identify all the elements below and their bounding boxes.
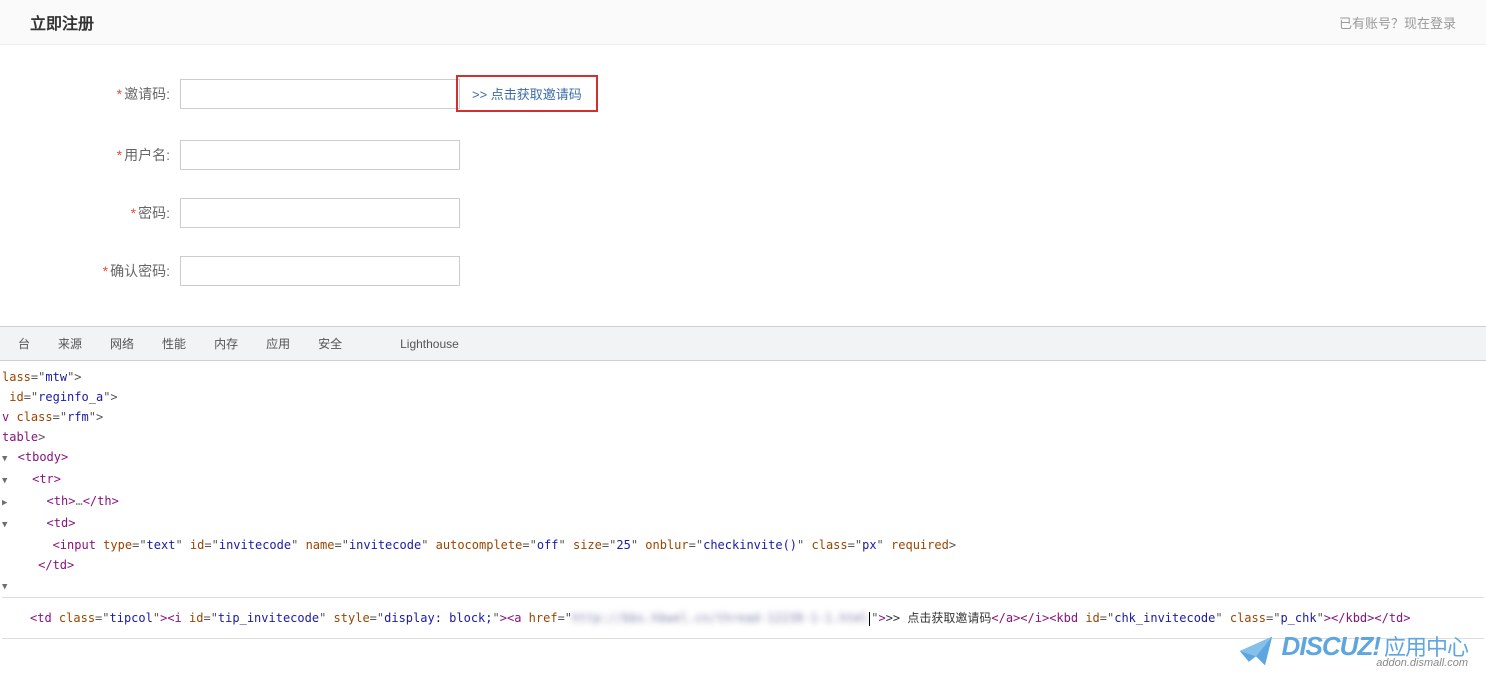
- invitecode-row: *邀请码: >> 点击获取邀请码: [70, 75, 1486, 112]
- devtools-tab-console[interactable]: 台: [4, 327, 44, 360]
- password-row: *密码:: [70, 198, 1486, 228]
- html-line[interactable]: </td>: [2, 555, 1484, 575]
- password-label: *密码:: [70, 203, 170, 223]
- devtools-tab-network[interactable]: 网络: [96, 327, 148, 360]
- confirm-input[interactable]: [180, 256, 460, 286]
- devtools-tabs: 台 来源 网络 性能 内存 应用 安全 Lighthouse: [0, 327, 1486, 361]
- html-line[interactable]: lass="mtw">: [2, 367, 1484, 387]
- html-line[interactable]: <input type="text" id="invitecode" name=…: [2, 535, 1484, 555]
- html-line[interactable]: <th>…</th>: [2, 491, 1484, 513]
- devtools-tab-performance[interactable]: 性能: [148, 327, 200, 360]
- discuz-watermark: DISCUZ!应用中心 addon.dismall.com: [1238, 633, 1468, 669]
- html-line[interactable]: v class="rfm">: [2, 407, 1484, 427]
- html-line[interactable]: <tbody>: [2, 447, 1484, 469]
- page-header: 立即注册 已有账号？现在登录: [0, 0, 1486, 45]
- html-line[interactable]: [2, 575, 1484, 597]
- password-input[interactable]: [180, 198, 460, 228]
- username-label: *用户名:: [70, 145, 170, 165]
- paper-plane-icon: [1238, 633, 1274, 669]
- devtools-tab-lighthouse[interactable]: Lighthouse: [386, 329, 473, 359]
- devtools-elements[interactable]: lass="mtw"> id="reginfo_a">v class="rfm"…: [0, 361, 1486, 645]
- confirm-label: *确认密码:: [70, 261, 170, 281]
- registration-form: *邀请码: >> 点击获取邀请码 *用户名: *密码: *确认密码:: [0, 45, 1486, 326]
- html-line[interactable]: id="reginfo_a">: [2, 387, 1484, 407]
- devtools-tab-sources[interactable]: 来源: [44, 327, 96, 360]
- devtools-panel: 台 来源 网络 性能 内存 应用 安全 Lighthouse lass="mtw…: [0, 326, 1486, 645]
- username-row: *用户名:: [70, 140, 1486, 170]
- invitecode-label: *邀请码:: [70, 84, 170, 104]
- devtools-tab-application[interactable]: 应用: [252, 327, 304, 360]
- username-input[interactable]: [180, 140, 460, 170]
- devtools-tab-security[interactable]: 安全: [304, 327, 356, 360]
- page-title: 立即注册: [30, 10, 94, 34]
- html-line[interactable]: table>: [2, 427, 1484, 447]
- invitecode-input[interactable]: [180, 79, 460, 109]
- invite-link-highlight: >> 点击获取邀请码: [456, 75, 598, 112]
- html-line[interactable]: <tr>: [2, 469, 1484, 491]
- devtools-tab-memory[interactable]: 内存: [200, 327, 252, 360]
- get-invite-link[interactable]: >> 点击获取邀请码: [472, 87, 582, 102]
- login-link[interactable]: 已有账号？现在登录: [1339, 13, 1456, 32]
- confirm-row: *确认密码:: [70, 256, 1486, 286]
- html-line[interactable]: <td>: [2, 513, 1484, 535]
